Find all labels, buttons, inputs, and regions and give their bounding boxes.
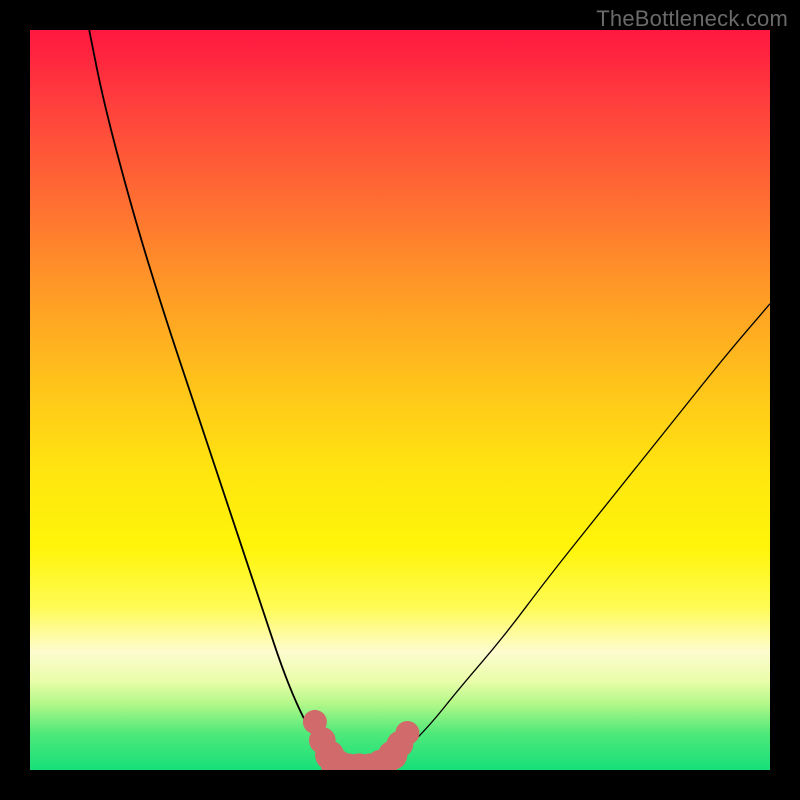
plot-area	[30, 30, 770, 770]
chart-frame: TheBottleneck.com	[0, 0, 800, 800]
series-left-curve	[89, 30, 333, 770]
chart-svg	[30, 30, 770, 770]
watermark-text: TheBottleneck.com	[596, 6, 788, 32]
valley-dots-layer	[303, 710, 419, 770]
series-right-curve	[385, 304, 770, 770]
valley-dot	[395, 721, 419, 745]
lines-layer	[89, 30, 770, 770]
